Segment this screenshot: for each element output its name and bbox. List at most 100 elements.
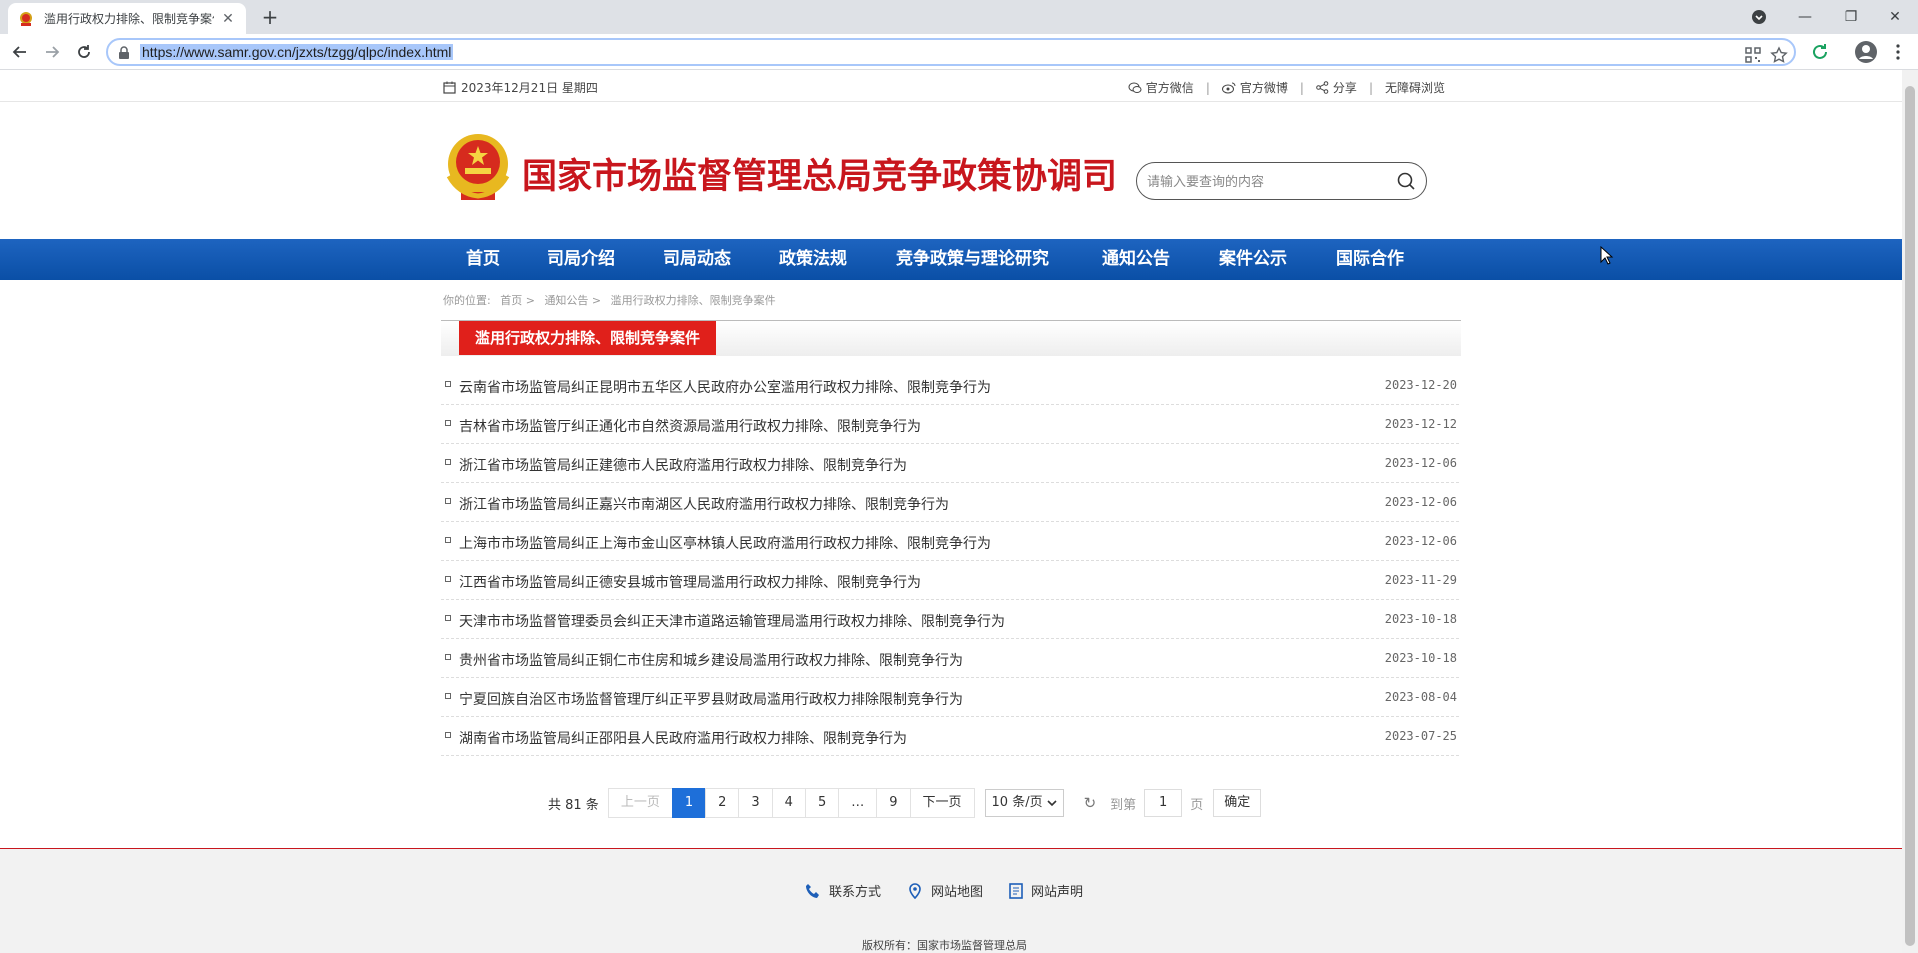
lock-icon[interactable] bbox=[118, 46, 130, 60]
forward-icon[interactable] bbox=[40, 40, 64, 64]
share-link[interactable]: 分享 bbox=[1316, 79, 1357, 96]
article-title[interactable]: 上海市市场监管局纠正上海市金山区亭林镇人民政府滥用行政权力排除、限制竞争行为 bbox=[459, 533, 991, 553]
profile-avatar-icon[interactable] bbox=[1854, 40, 1878, 64]
nav-policies[interactable]: 政策法规 bbox=[779, 239, 847, 280]
refresh-icon[interactable]: ↻ bbox=[1084, 794, 1097, 812]
page-scrollbar[interactable] bbox=[1902, 70, 1918, 953]
next-page-button[interactable]: 下一页 bbox=[909, 788, 975, 818]
article-title[interactable]: 云南省市场监管局纠正昆明市五华区人民政府办公室滥用行政权力排除、限制竞争行为 bbox=[459, 377, 991, 397]
bullet-icon bbox=[445, 693, 451, 699]
breadcrumb-current[interactable]: 滥用行政权力排除、限制竞争案件 bbox=[611, 294, 776, 307]
breadcrumb-notices[interactable]: 通知公告 > bbox=[544, 294, 601, 307]
phone-icon bbox=[806, 883, 819, 898]
reload-icon[interactable] bbox=[72, 40, 96, 64]
wechat-link[interactable]: 官方微信 bbox=[1128, 79, 1194, 96]
goto-page-input[interactable]: 1 bbox=[1144, 789, 1183, 817]
address-bar[interactable]: https://www.samr.gov.cn/jzxts/tzgg/qlpc/… bbox=[106, 38, 1796, 66]
statement-link[interactable]: 网站声明 bbox=[1009, 881, 1083, 900]
list-item[interactable]: 浙江省市场监管局纠正建德市人民政府滥用行政权力排除、限制竞争行为 2023-12-… bbox=[441, 444, 1459, 483]
list-item[interactable]: 贵州省市场监管局纠正铜仁市住房和城乡建设局滥用行政权力排除、限制竞争行为 2023… bbox=[441, 639, 1459, 678]
page-button[interactable]: 4 bbox=[771, 788, 806, 818]
prev-page-button[interactable]: 上一页 bbox=[607, 788, 673, 818]
search-icon[interactable] bbox=[1396, 171, 1416, 191]
bullet-icon bbox=[445, 615, 451, 621]
article-title[interactable]: 浙江省市场监管局纠正建德市人民政府滥用行政权力排除、限制竞争行为 bbox=[459, 455, 907, 475]
page-button[interactable]: 3 bbox=[738, 788, 773, 818]
close-window-icon[interactable]: ✕ bbox=[1872, 0, 1918, 34]
page-button[interactable]: 2 bbox=[705, 788, 740, 818]
share-icon bbox=[1316, 81, 1329, 94]
site-footer: 联系方式 网站地图 网站声明 版权所有：国家市场监督管理总局 bbox=[0, 848, 1902, 953]
article-title[interactable]: 宁夏回族自治区市场监督管理厅纠正平罗县财政局滥用行政权力排除限制竞争行为 bbox=[459, 689, 963, 709]
page-button[interactable]: 9 bbox=[876, 788, 911, 818]
total-count: 共 81 条 bbox=[548, 797, 599, 813]
contact-link[interactable]: 联系方式 bbox=[805, 881, 881, 900]
back-icon[interactable] bbox=[8, 40, 32, 64]
section-title: 滥用行政权力排除、限制竞争案件 bbox=[459, 321, 717, 355]
article-date: 2023-12-06 bbox=[1384, 456, 1457, 470]
nav-home[interactable]: 首页 bbox=[466, 239, 500, 280]
document-icon bbox=[1009, 882, 1023, 899]
bullet-icon bbox=[445, 576, 451, 582]
article-title[interactable]: 天津市市场监督管理委员会纠正天津市道路运输管理局滥用行政权力排除、限制竞争行为 bbox=[459, 611, 1005, 631]
list-item[interactable]: 云南省市场监管局纠正昆明市五华区人民政府办公室滥用行政权力排除、限制竞争行为 20… bbox=[441, 366, 1459, 405]
bullet-icon bbox=[445, 381, 451, 387]
nav-about[interactable]: 司局介绍 bbox=[547, 239, 615, 280]
accessibility-link[interactable]: 无障碍浏览 bbox=[1385, 79, 1445, 96]
nav-cases[interactable]: 案件公示 bbox=[1219, 239, 1287, 280]
calendar-icon bbox=[443, 81, 456, 94]
nav-research[interactable]: 竞争政策与理论研究 bbox=[896, 239, 1049, 280]
pagination: 共 81 条 上一页 1 2 3 4 5 … 9 下一页 10 条/页 ↻ 到第… bbox=[548, 788, 1262, 818]
nav-news[interactable]: 司局动态 bbox=[663, 239, 731, 280]
article-title[interactable]: 吉林省市场监管厅纠正通化市自然资源局滥用行政权力排除、限制竞争行为 bbox=[459, 416, 921, 436]
browser-tab-strip: 滥用行政权力排除、限制竞争案件 ✕ + — ❐ ✕ bbox=[0, 0, 1918, 34]
article-title[interactable]: 贵州省市场监管局纠正铜仁市住房和城乡建设局滥用行政权力排除、限制竞争行为 bbox=[459, 650, 963, 670]
minimize-icon[interactable]: — bbox=[1782, 0, 1828, 34]
browser-toolbar: https://www.samr.gov.cn/jzxts/tzgg/qlpc/… bbox=[0, 34, 1918, 70]
current-date: 2023年12月21日 星期四 bbox=[443, 79, 598, 96]
close-tab-icon[interactable]: ✕ bbox=[220, 11, 236, 27]
list-item[interactable]: 湖南省市场监管局纠正邵阳县人民政府滥用行政权力排除、限制竞争行为 2023-07-… bbox=[441, 717, 1459, 756]
qr-code-icon[interactable] bbox=[1744, 46, 1762, 64]
separator: | bbox=[1368, 80, 1373, 95]
breadcrumb-home[interactable]: 首页 > bbox=[500, 294, 535, 307]
weibo-link[interactable]: 官方微博 bbox=[1221, 79, 1288, 96]
scrollbar-thumb[interactable] bbox=[1905, 86, 1915, 946]
new-tab-icon[interactable]: + bbox=[258, 6, 282, 30]
separator: | bbox=[1299, 80, 1304, 95]
page-button[interactable]: 5 bbox=[804, 788, 840, 818]
article-title[interactable]: 江西省市场监管局纠正德安县城市管理局滥用行政权力排除、限制竞争行为 bbox=[459, 572, 921, 592]
page-button-current[interactable]: 1 bbox=[671, 788, 707, 818]
list-item[interactable]: 上海市市场监管局纠正上海市金山区亭林镇人民政府滥用行政权力排除、限制竞争行为 20… bbox=[441, 522, 1459, 561]
bullet-icon bbox=[445, 420, 451, 426]
search-input[interactable] bbox=[1147, 171, 1387, 191]
bullet-icon bbox=[445, 537, 451, 543]
page-unit-label: 页 bbox=[1190, 797, 1204, 813]
restore-icon[interactable]: ❐ bbox=[1828, 0, 1874, 34]
top-utility-bar: 2023年12月21日 星期四 官方微信 | 官方微博 | 分享 | 无障碍浏览 bbox=[0, 70, 1902, 102]
url-text[interactable]: https://www.samr.gov.cn/jzxts/tzgg/qlpc/… bbox=[140, 44, 454, 60]
list-item[interactable]: 天津市市场监督管理委员会纠正天津市道路运输管理局滥用行政权力排除、限制竞争行为 2… bbox=[441, 600, 1459, 639]
list-item[interactable]: 江西省市场监管局纠正德安县城市管理局滥用行政权力排除、限制竞争行为 2023-11… bbox=[441, 561, 1459, 600]
bookmark-star-icon[interactable] bbox=[1770, 46, 1788, 64]
article-title[interactable]: 浙江省市场监管局纠正嘉兴市南湖区人民政府滥用行政权力排除、限制竞争行为 bbox=[459, 494, 949, 514]
extension-sync-icon[interactable] bbox=[1810, 42, 1830, 62]
sitemap-link[interactable]: 网站地图 bbox=[907, 881, 983, 900]
list-item[interactable]: 浙江省市场监管局纠正嘉兴市南湖区人民政府滥用行政权力排除、限制竞争行为 2023-… bbox=[441, 483, 1459, 522]
bullet-icon bbox=[445, 498, 451, 504]
national-emblem-logo[interactable] bbox=[443, 132, 513, 204]
browser-menu-icon[interactable] bbox=[1886, 40, 1910, 64]
article-title[interactable]: 湖南省市场监管局纠正邵阳县人民政府滥用行政权力排除、限制竞争行为 bbox=[459, 728, 907, 748]
site-title[interactable]: 国家市场监督管理总局竞争政策协调司 bbox=[522, 148, 1117, 199]
page-size-select[interactable]: 10 条/页 bbox=[984, 789, 1064, 817]
confirm-button[interactable]: 确定 bbox=[1213, 789, 1262, 817]
browser-tab[interactable]: 滥用行政权力排除、限制竞争案件 ✕ bbox=[8, 3, 246, 34]
copyright: 版权所有：国家市场监督管理总局 bbox=[862, 939, 1027, 952]
nav-international[interactable]: 国际合作 bbox=[1336, 239, 1404, 280]
list-item[interactable]: 宁夏回族自治区市场监督管理厅纠正平罗县财政局滥用行政权力排除限制竞争行为 2023… bbox=[441, 678, 1459, 717]
article-date: 2023-07-25 bbox=[1384, 729, 1457, 743]
footer-links: 联系方式 网站地图 网站声明 bbox=[805, 881, 1083, 900]
list-item[interactable]: 吉林省市场监管厅纠正通化市自然资源局滥用行政权力排除、限制竞争行为 2023-12… bbox=[441, 405, 1459, 444]
nav-notices[interactable]: 通知公告 bbox=[1102, 239, 1170, 280]
tab-search-icon[interactable] bbox=[1736, 0, 1782, 34]
